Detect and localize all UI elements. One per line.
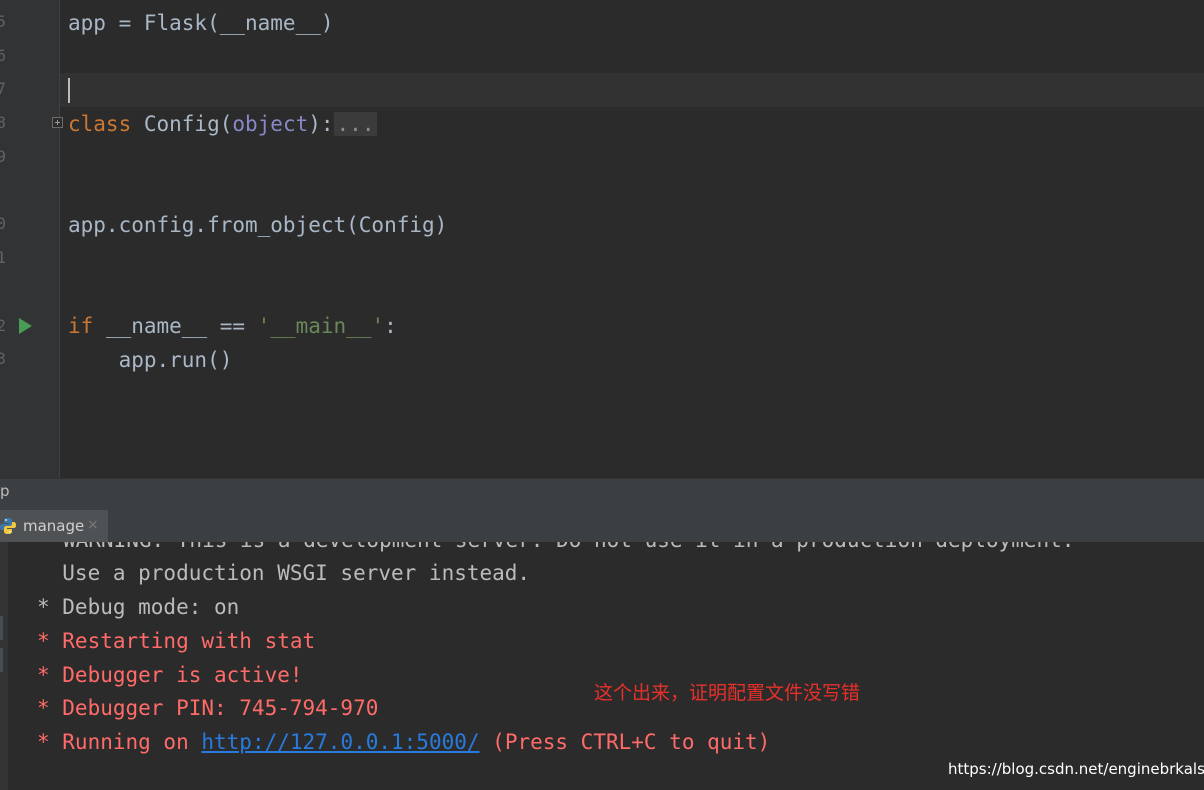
console-line: * Debugger PIN: 745-794-970 xyxy=(37,696,379,720)
console-marker xyxy=(0,648,3,672)
code-line-class[interactable]: class Config(object):... xyxy=(68,109,378,139)
run-tab-bar: manage × xyxy=(0,510,1204,543)
folded-code-placeholder[interactable]: ... xyxy=(333,112,378,136)
console-marker xyxy=(0,616,3,640)
console-line: Use a production WSGI server instead. xyxy=(37,561,531,585)
console-side-strip xyxy=(0,542,8,790)
code-text: app = Flask(__name__) xyxy=(68,11,334,35)
run-panel-title: p xyxy=(0,482,10,500)
keyword-if: if xyxy=(68,314,94,338)
code-editor[interactable]: 5 6 7 8 9 0 1 2 3 app = Flask(__name__) … xyxy=(0,0,1204,478)
console-line: * Debug mode: on xyxy=(37,595,240,619)
console-line: WARNING: This is a development server. D… xyxy=(63,542,1074,555)
server-url-link[interactable]: http://127.0.0.1:5000/ xyxy=(201,730,479,754)
console-line-running: * Running on http://127.0.0.1:5000/ (Pre… xyxy=(37,727,770,757)
current-line-highlight xyxy=(60,73,1204,107)
line-number: 2 xyxy=(0,316,6,335)
text-caret xyxy=(68,78,70,103)
tab-close-icon[interactable]: × xyxy=(87,517,99,533)
line-number: 0 xyxy=(0,214,6,233)
line-number-gutter: 5 6 7 8 9 0 1 2 3 xyxy=(0,0,60,478)
line-number: 8 xyxy=(0,113,6,132)
console-output[interactable]: WARNING: This is a development server. D… xyxy=(0,542,1204,790)
run-gutter-icon[interactable] xyxy=(19,318,32,334)
line-number: 6 xyxy=(0,46,6,65)
keyword-class: class xyxy=(68,112,132,136)
console-line: * Restarting with stat xyxy=(37,629,316,653)
line-number: 5 xyxy=(0,12,6,31)
string-literal: '__main__' xyxy=(257,314,385,338)
code-line-if[interactable]: if __name__ == '__main__': xyxy=(68,311,397,341)
class-name: Config( xyxy=(131,112,233,136)
python-icon xyxy=(0,518,16,534)
line-number: 7 xyxy=(0,79,6,98)
watermark: https://blog.csdn.net/enginebrkalsy xyxy=(948,760,1204,778)
console-line: * Debugger is active! xyxy=(37,663,303,687)
annotation-note: 这个出来，证明配置文件没写错 xyxy=(594,682,861,704)
code-line-app[interactable]: app = Flask(__name__) xyxy=(68,8,334,38)
code-punct: : xyxy=(384,314,397,338)
line-number: 1 xyxy=(0,248,6,267)
code-line-run[interactable]: app.run() xyxy=(68,345,233,375)
line-number: 9 xyxy=(0,147,6,166)
console-text: * Running on xyxy=(37,730,202,754)
tab-manage[interactable]: manage × xyxy=(0,510,108,542)
code-line-config[interactable]: app.config.from_object(Config) xyxy=(68,210,447,240)
code-text: app.run() xyxy=(68,348,233,372)
fold-expand-icon[interactable] xyxy=(52,117,63,128)
tab-label: manage xyxy=(23,517,85,535)
run-panel-header: p xyxy=(0,478,1204,511)
code-text: app.config.from_object(Config) xyxy=(68,213,448,237)
base-class: object xyxy=(232,112,309,136)
code-text: __name__ == xyxy=(93,314,258,338)
console-text: (Press CTRL+C to quit) xyxy=(479,730,771,754)
line-number: 3 xyxy=(0,349,6,368)
code-punct: ): xyxy=(308,112,334,136)
